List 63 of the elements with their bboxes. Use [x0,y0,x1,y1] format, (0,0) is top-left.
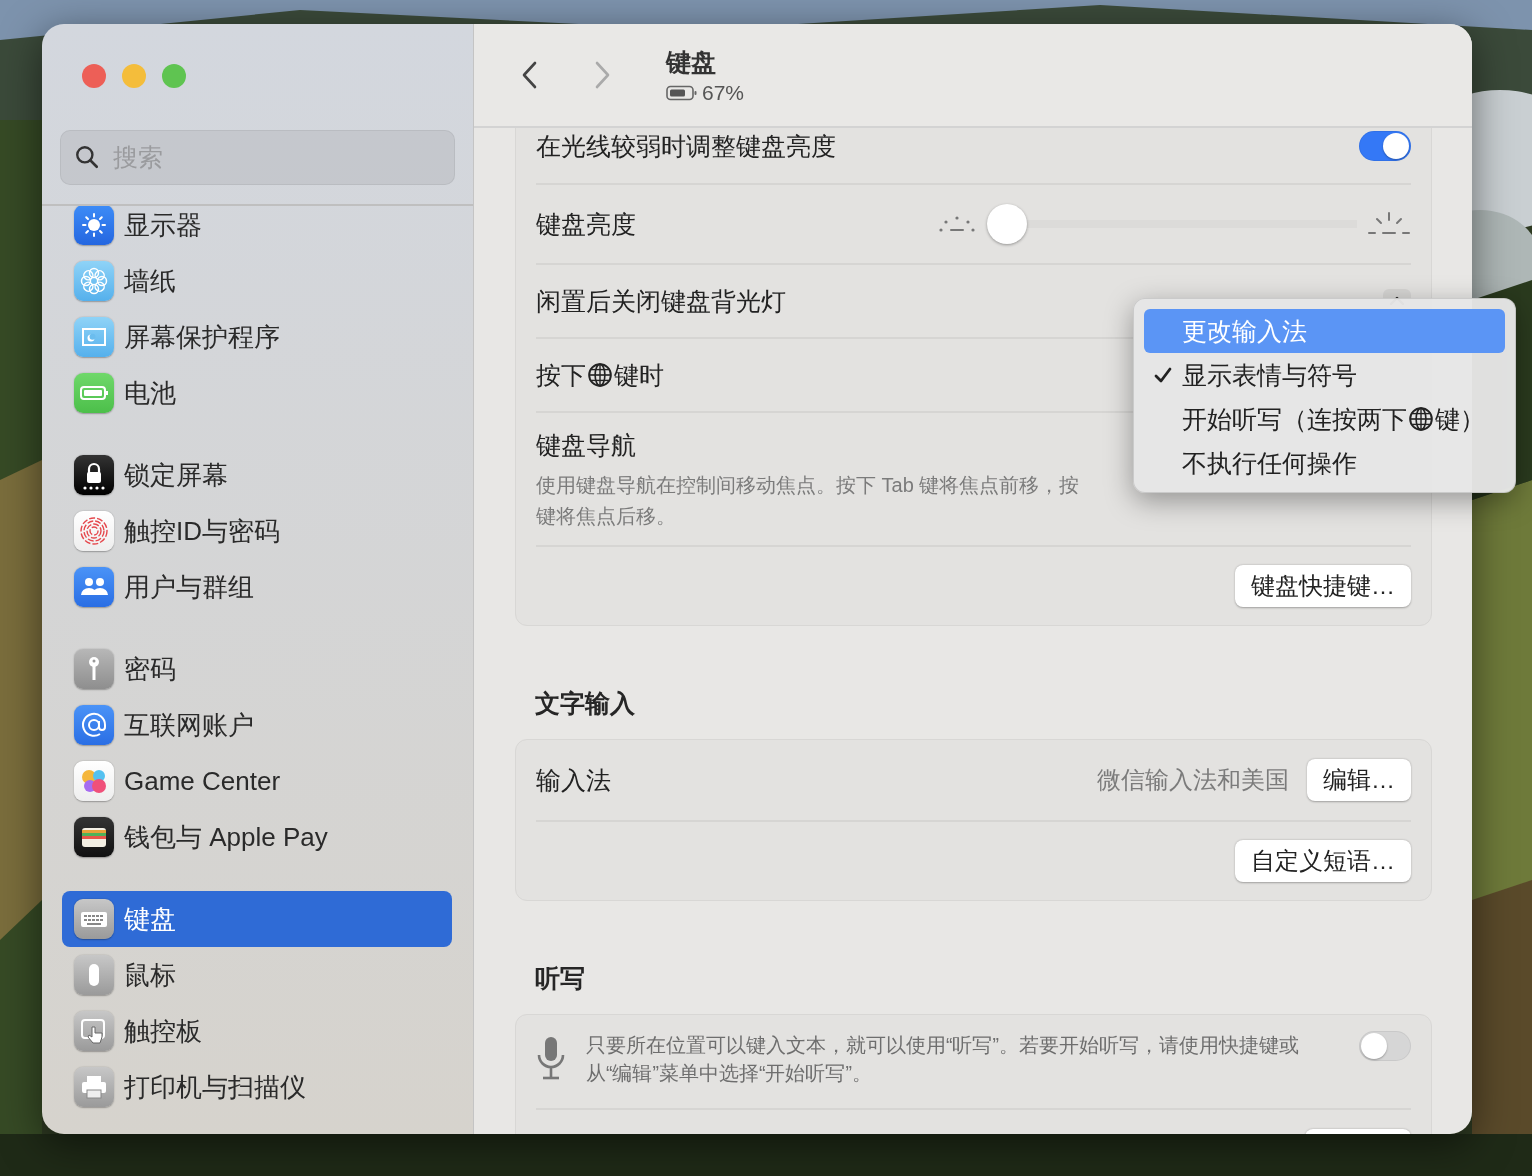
sidebar-item[interactable]: 互联网账户 [62,697,452,753]
at-sign-icon [74,705,114,745]
window-title: 键盘 [666,46,717,78]
battery-percentage: 67% [702,80,745,105]
search-icon [74,144,100,170]
sidebar-item[interactable]: 鼠标 [62,947,452,1003]
bright-light-icon [1367,211,1411,237]
section-title: 听写 [535,963,586,993]
setting-label: 闲置后关闭键盘背光灯 [536,285,786,317]
zoom-button[interactable] [162,64,186,88]
sidebar-item[interactable]: 显示器 [62,206,452,253]
sidebar-item[interactable]: Game Center [62,753,452,809]
flower-icon [74,261,114,301]
setting-label: 键盘亮度 [536,208,636,240]
mouse-icon [74,955,114,995]
close-button[interactable] [82,64,106,88]
sun-icon [74,206,114,245]
sidebar-item[interactable]: 电池 [62,365,452,421]
toggle-switch[interactable] [1359,131,1411,161]
setting-label: 键盘导航 [536,429,636,461]
moon-screen-icon [74,317,114,357]
bubbles-icon [74,761,114,801]
sidebar-item[interactable]: 键盘 [62,891,452,947]
menu-item[interactable]: 不执行任何操作 [1144,441,1505,485]
action-button[interactable]: 自定义短语… [1235,840,1411,882]
minimize-button[interactable] [122,64,146,88]
edit-button[interactable]: 编辑… [1307,759,1411,801]
sidebar-item[interactable]: 墙纸 [62,253,452,309]
microphone-icon [536,1035,566,1081]
description-text: 键将焦点后移。 [536,503,676,529]
globe-icon [1408,406,1434,432]
setting-label: 键时 [614,359,664,391]
menu-item[interactable]: 开始听写（连按两下 键） [1144,397,1505,441]
fingerprint-icon [74,511,114,551]
globe-icon [587,362,613,388]
sidebar-item[interactable]: 触控ID与密码 [62,503,452,559]
description-text: 使用键盘导航在控制间移动焦点。按下 Tab 键将焦点前移，按 [536,472,1080,498]
key-icon [74,649,114,689]
action-button[interactable]: 键盘快捷键… [1235,565,1411,607]
battery-icon [74,373,114,413]
section-title: 文字输入 [535,688,636,718]
menu-item[interactable]: 显示表情与符号 [1144,353,1505,397]
battery-icon [666,84,698,101]
sidebar-item[interactable]: 锁定屏幕 [62,447,452,503]
people-icon [74,567,114,607]
slider-thumb[interactable] [987,204,1027,244]
toggle-switch[interactable] [1359,1031,1411,1061]
sidebar-item[interactable]: 打印机与扫描仪 [62,1059,452,1115]
sidebar-item[interactable]: 用户与群组 [62,559,452,615]
setting-label: 在光线较弱时调整键盘亮度 [536,130,836,162]
setting-label: 按下 [536,359,586,391]
setting-value: 微信输入法和美国 [1097,765,1289,795]
printer-icon [74,1067,114,1107]
sidebar-item[interactable]: 屏幕保护程序 [62,309,452,365]
sidebar-item[interactable]: 触控板 [62,1003,452,1059]
sidebar-item[interactable]: 密码 [62,641,452,697]
keyboard-icon [74,899,114,939]
description-text: 只要所在位置可以键入文本，就可以使用“听写”。若要开始听写，请使用快捷键或从“编辑”菜单中选择“开始听写”。 [586,1033,1300,1086]
hand-pointer-icon [74,1011,114,1051]
sidebar-item[interactable]: 钱包与 Apple Pay [62,809,452,865]
padlock-icon [74,455,114,495]
wallet-icon [74,817,114,857]
setting-label: 输入法 [536,764,611,796]
